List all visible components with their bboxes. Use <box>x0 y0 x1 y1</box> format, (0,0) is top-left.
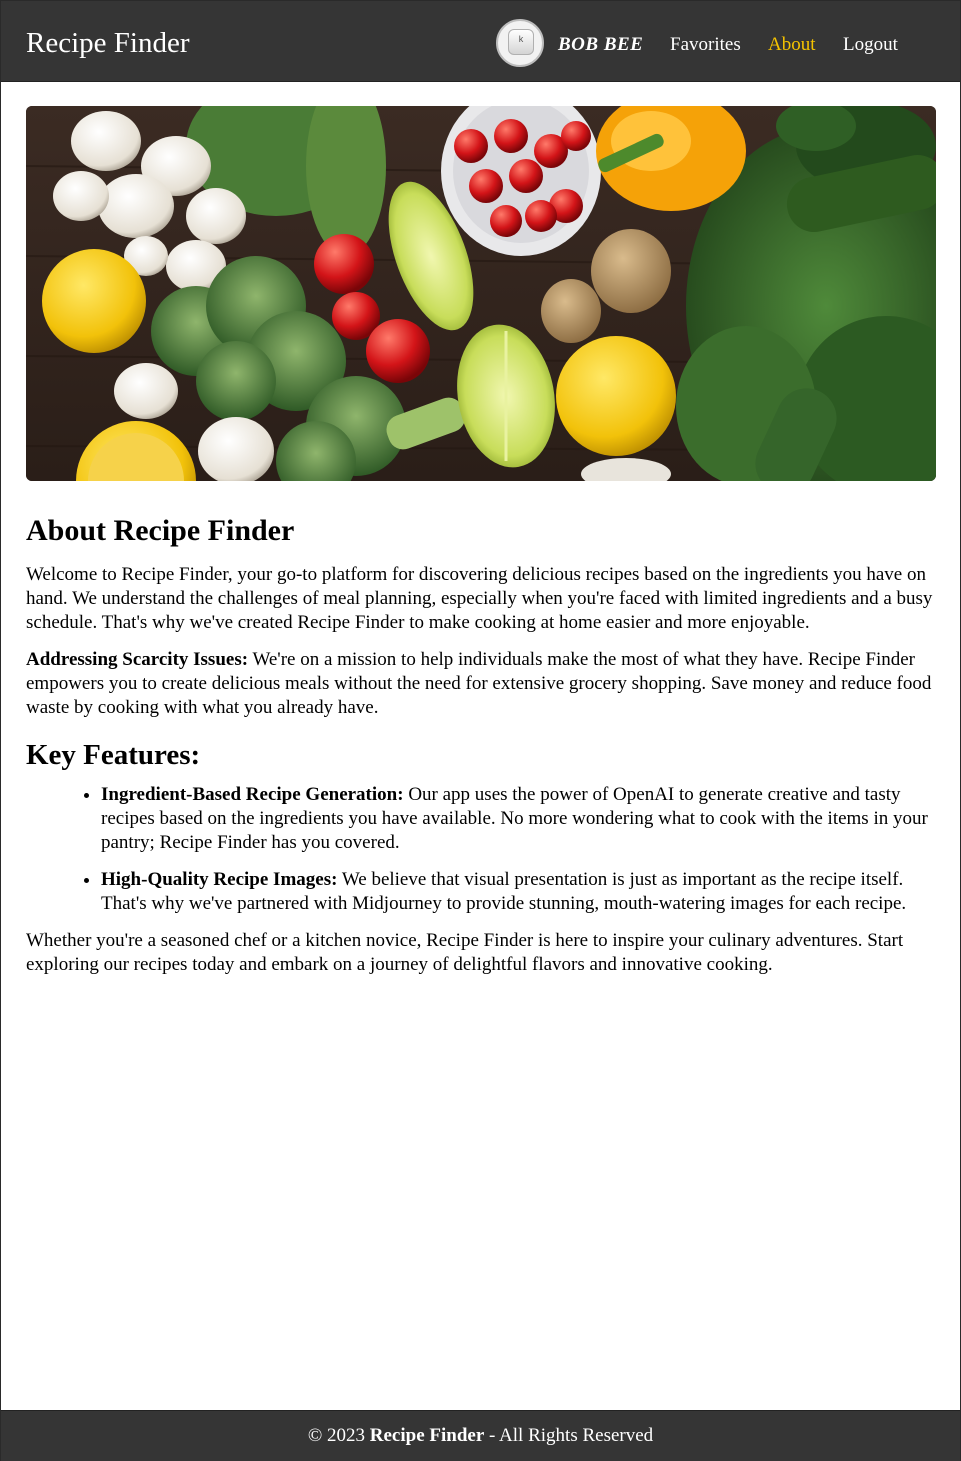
footer-brand: Recipe Finder <box>369 1425 485 1446</box>
about-content: About Recipe Finder Welcome to Recipe Fi… <box>26 509 936 990</box>
feature-label: High-Quality Recipe Images: <box>101 869 338 890</box>
feature-label: Ingredient-Based Recipe Generation: <box>101 784 404 805</box>
scarcity-label: Addressing Scarcity Issues: <box>26 649 249 670</box>
nav-logout-link[interactable]: Logout <box>843 32 898 58</box>
nav-about-link[interactable]: About <box>768 32 816 58</box>
footer: © 2023 Recipe Finder - All Rights Reserv… <box>1 1410 960 1461</box>
features-list: Ingredient-Based Recipe Generation: Our … <box>26 783 936 916</box>
footer-copyright: © 2023 <box>307 1425 370 1446</box>
page-title: About Recipe Finder <box>26 514 295 547</box>
keycap-icon: k <box>508 29 534 55</box>
scarcity-paragraph: Addressing Scarcity Issues: We're on a m… <box>26 648 936 720</box>
brand-logo-text[interactable]: Recipe Finder <box>26 25 189 61</box>
footer-rights: - All Rights Reserved <box>484 1425 654 1446</box>
hero-image <box>26 106 936 481</box>
feature-item: High-Quality Recipe Images: We believe t… <box>101 868 936 916</box>
user-name[interactable]: BOB BEE <box>558 32 643 58</box>
navbar: Recipe Finder k BOB BEE Favorites About … <box>1 1 960 82</box>
page: Recipe Finder k BOB BEE Favorites About … <box>0 0 961 1461</box>
features-title: Key Features: <box>26 739 201 771</box>
user-avatar[interactable]: k <box>496 19 544 67</box>
vegetables-illustration <box>26 106 936 481</box>
feature-item: Ingredient-Based Recipe Generation: Our … <box>101 783 936 855</box>
closing-paragraph: Whether you're a seasoned chef or a kitc… <box>26 930 904 975</box>
nav-favorites-link[interactable]: Favorites <box>670 32 741 58</box>
intro-paragraph: Welcome to Recipe Finder, your go-to pla… <box>26 564 933 633</box>
